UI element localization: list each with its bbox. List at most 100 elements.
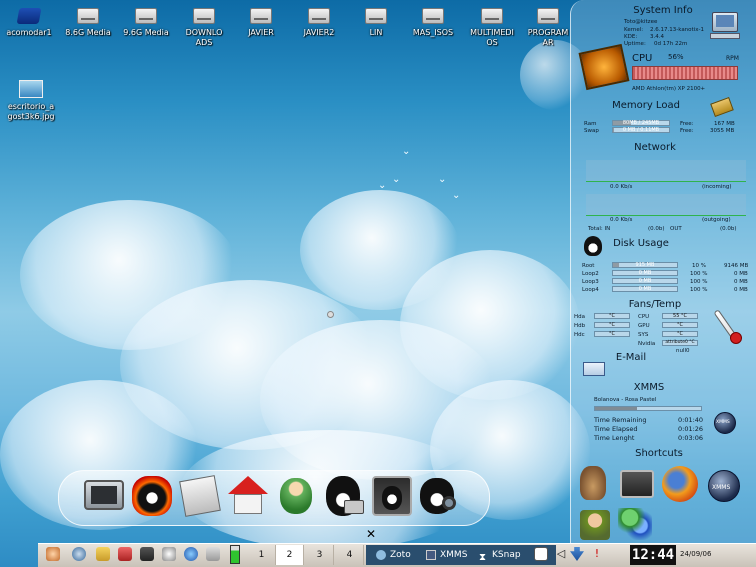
drive-icon	[537, 8, 559, 24]
dock-tux-camera-icon[interactable]	[322, 474, 366, 518]
disk-loop3-label: Loop3	[582, 279, 599, 285]
dock-tux-mail-icon[interactable]	[178, 474, 222, 518]
desktop-4[interactable]: 4	[336, 545, 364, 565]
drive-icon	[365, 8, 387, 24]
blue-folder-icon	[16, 8, 42, 24]
desktop-icon-multimedios[interactable]: MULTIMEDIOS	[462, 8, 522, 48]
cursor-icon: ✕	[366, 527, 377, 541]
desktop-icon-mas-isos[interactable]: MAS_ISOS	[404, 8, 462, 38]
desktop-icon-8-6g-media[interactable]: 8.6G Media	[59, 8, 117, 38]
msn-messenger-icon[interactable]	[618, 508, 652, 540]
tux-mail-icon	[179, 475, 221, 517]
ram-free-label: Free:	[680, 121, 694, 127]
desktop-icon-programar[interactable]: PROGRAMAR	[519, 8, 577, 48]
task-ksnap-label: KSnap	[492, 550, 521, 560]
kde-menu-icon[interactable]	[46, 547, 60, 561]
thermometer-bulb-icon	[730, 332, 742, 344]
fan-hdb-label: Hdb	[574, 323, 586, 329]
xmms-progress[interactable]	[594, 406, 702, 411]
drive-icon	[422, 8, 444, 24]
task-xmms-label: XMMS	[440, 550, 468, 560]
swap-free-value: 3055 MB	[710, 128, 735, 134]
image-file-icon	[19, 80, 43, 98]
alert-icon[interactable]: !	[590, 547, 604, 561]
task-zoto[interactable]: Zoto	[374, 546, 424, 564]
task-xmms[interactable]: XMMS	[424, 546, 474, 564]
zoto-icon	[376, 550, 386, 560]
konqueror-icon[interactable]	[72, 547, 86, 561]
dock-tux-search-icon[interactable]	[418, 474, 462, 518]
desktop-icon-downloads[interactable]: DOWNLOADS	[174, 8, 234, 48]
disk-root-bar: 915 MB	[612, 262, 678, 268]
printer-icon[interactable]	[206, 547, 220, 561]
fans-title: Fans/Temp	[628, 299, 682, 310]
disk-loop2-bar: 0 MB	[612, 270, 678, 276]
desktop-icon-javier[interactable]: JAVIER	[232, 8, 290, 38]
cpu-graph	[632, 66, 738, 80]
task-ksnap[interactable]: ⧗ KSnap	[476, 546, 530, 564]
settings-face-icon	[382, 486, 402, 510]
dock-monitor-icon[interactable]	[82, 474, 126, 518]
firefox-icon[interactable]	[662, 466, 698, 502]
clock-display[interactable]: 12:44	[630, 545, 676, 565]
desktop-icon-wallpaper-file[interactable]: escritorio_agost3k6.jpg	[2, 80, 60, 122]
keyboard-layout-icon[interactable]	[534, 547, 548, 561]
task-zoto-label: Zoto	[390, 550, 411, 560]
disk-loop3-bar-text: 0 MB	[638, 278, 652, 284]
fan-hda-value: °C	[609, 313, 615, 319]
xmms-elapsed-value: 0:01:26	[678, 425, 704, 433]
terminal-icon[interactable]	[620, 470, 654, 498]
kde-label: KDE:	[624, 34, 638, 40]
disk-loop4-bar: 0 MB	[612, 286, 678, 292]
desktop-icon-label: DOWNLOADS	[185, 28, 223, 47]
desktop-1[interactable]: 1	[248, 545, 276, 565]
dock-messenger-icon[interactable]	[274, 474, 318, 518]
desktop-icon-lin[interactable]: LIN	[347, 8, 405, 38]
temp-cpu-bar: 55 °C	[662, 313, 698, 319]
desktop-icon-label: JAVIER	[248, 28, 274, 37]
disk-loop3-pct: 100 %	[690, 279, 708, 285]
kde-value: 3.4.4	[650, 34, 664, 40]
fan-hdc-bar: °C	[594, 331, 630, 337]
disk-root-size: 9146 MB	[724, 263, 749, 269]
dock-home-icon[interactable]	[226, 474, 270, 518]
temp-sys-bar: °C	[662, 331, 698, 337]
xmms-song: Bolanova - Rosa Pastel	[594, 397, 657, 403]
dock-tux-settings-icon[interactable]	[370, 474, 414, 518]
ram-free-value: 167 MB	[714, 121, 735, 127]
xmms-title: XMMS	[633, 382, 665, 393]
desktop-icon-label: MAS_ISOS	[412, 28, 454, 37]
amule-donkey-icon[interactable]	[580, 466, 606, 500]
desktop-icon-9-6g-media[interactable]: 9.6G Media	[117, 8, 175, 38]
file-manager-icon[interactable]	[96, 547, 110, 561]
fan-hdb-value: °C	[609, 322, 615, 328]
home-folder-icon[interactable]	[118, 547, 132, 561]
envelope-icon[interactable]	[583, 362, 605, 376]
desktop-icon-javier2[interactable]: JAVIER2	[290, 8, 348, 38]
disk-loop4-size: 0 MB	[734, 287, 748, 293]
xmms-elapsed-label: Time Elapsed	[594, 425, 638, 433]
desktop-icon-label: JAVIER2	[303, 28, 335, 37]
swap-bar: 0 MB / 0.11MB	[612, 127, 670, 133]
cpu-rpm-label: RPM	[726, 55, 739, 62]
shortcuts-title: Shortcuts	[635, 448, 683, 459]
messenger-icon	[280, 478, 312, 514]
net-total-out: (0.0b)	[720, 226, 737, 232]
tux-launch-icon[interactable]	[162, 547, 176, 561]
tux-fire-icon	[132, 476, 172, 516]
email-title: E-Mail	[615, 352, 647, 363]
desktop-3[interactable]: 3	[306, 545, 334, 565]
drive-icon	[77, 8, 99, 24]
network-launch-icon[interactable]	[184, 547, 198, 561]
xmms-progress-fill	[595, 407, 638, 410]
dock-tux-fire-icon[interactable]	[130, 474, 174, 518]
desktop-2[interactable]: 2	[276, 545, 304, 565]
terminal-launch-icon[interactable]	[140, 547, 154, 561]
disk-loop4-bar-text: 0 MB	[638, 286, 652, 292]
net-out-label: (outgoing)	[702, 217, 731, 223]
disk-root-pct: 10 %	[692, 263, 706, 269]
person-icon[interactable]	[580, 510, 610, 540]
volume-icon[interactable]: ◁	[554, 547, 568, 561]
desktop-icon-acomodar1[interactable]: acomodar1	[0, 8, 58, 38]
temp-gpu-value: °C	[677, 322, 683, 328]
